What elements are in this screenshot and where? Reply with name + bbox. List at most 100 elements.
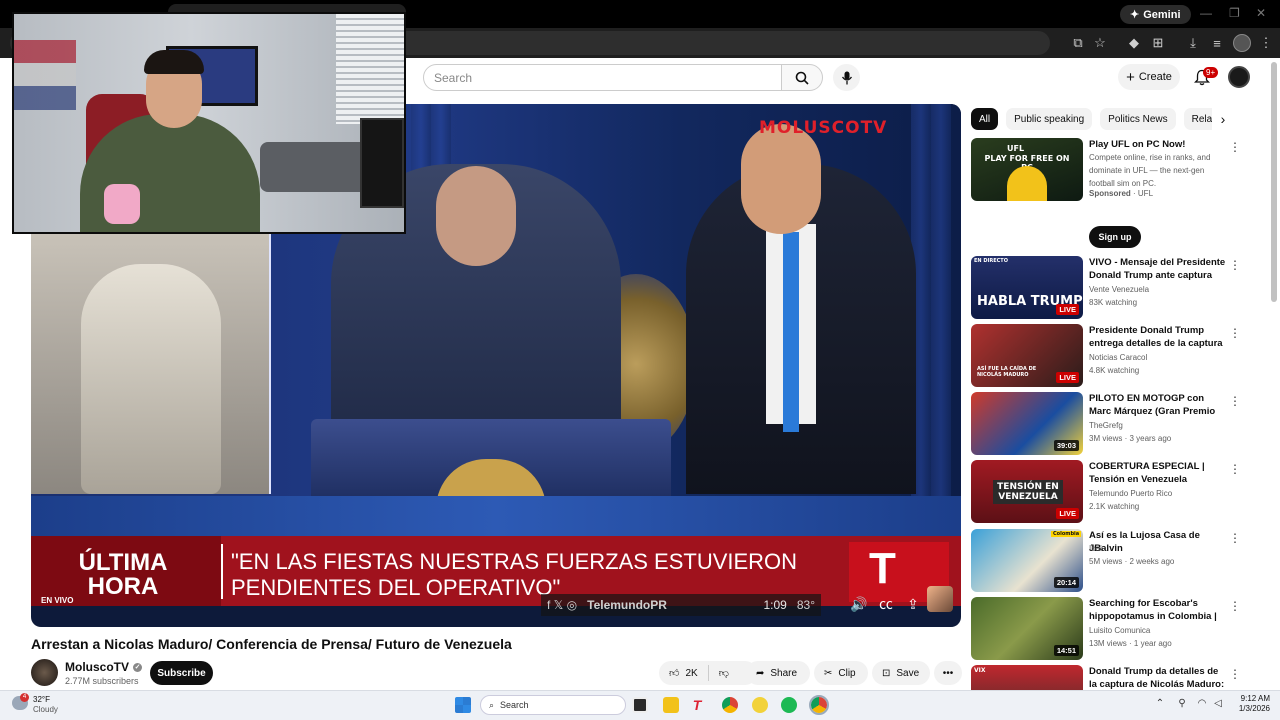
rec-thumbnail[interactable]: TENSIÓN EN VENEZUELA LIVE <box>971 460 1083 523</box>
subscribe-button[interactable]: Subscribe <box>150 661 213 685</box>
rec-item[interactable]: EN DIRECTO HABLA TRUMP LIVE VIVO - Mensa… <box>971 256 1251 319</box>
inset-video-panel <box>31 234 271 494</box>
more-actions-button[interactable]: ••• <box>934 661 962 685</box>
rec-channel[interactable]: Ibai <box>1089 542 1102 555</box>
weather-temperature[interactable]: 32°F <box>33 695 50 704</box>
channel-thumb-avatar[interactable] <box>927 586 953 612</box>
rec-thumbnail[interactable]: EN DIRECTO HABLA TRUMP LIVE <box>971 256 1083 319</box>
rec-thumbnail[interactable]: 14:51 <box>971 597 1083 660</box>
rec-item[interactable]: VIX Donald Trump da detalles de la captu… <box>971 665 1251 690</box>
windows-start-icon[interactable] <box>455 697 471 713</box>
chrome-icon[interactable] <box>722 697 738 713</box>
app-icon[interactable] <box>752 697 768 713</box>
rec-title[interactable]: VIVO - Mensaje del Presidente Donald Tru… <box>1089 256 1227 282</box>
chip-public-speaking[interactable]: Public speaking <box>1006 108 1093 130</box>
more-vert-icon[interactable]: ⋮ <box>1229 140 1241 154</box>
en-vivo-label: EN VIVO <box>41 596 74 605</box>
save-button[interactable]: ⊡ Save <box>872 661 930 685</box>
page-scrollbar[interactable] <box>1271 62 1277 302</box>
rec-title[interactable]: PILOTO EN MOTOGP con Marc Márquez (Gran … <box>1089 392 1227 418</box>
thumbs-up-icon[interactable]: 👍︎ <box>669 667 679 679</box>
tray-app-icon[interactable]: ⚲ <box>1176 698 1188 710</box>
volume-icon[interactable]: 🔊 <box>849 594 869 614</box>
spotify-icon[interactable] <box>781 697 797 713</box>
volume-tray-icon[interactable]: ◁ <box>1212 698 1224 710</box>
more-vert-icon[interactable]: ⋮ <box>1229 326 1241 340</box>
more-vert-icon[interactable]: ⋮ <box>1229 394 1241 408</box>
profile-avatar[interactable] <box>1233 34 1251 52</box>
rec-thumbnail[interactable]: VIX <box>971 665 1083 690</box>
channel-watermark: MOLUSCOTV <box>759 118 888 138</box>
more-vert-icon[interactable]: ⋮ <box>1229 599 1241 613</box>
rec-item[interactable]: Colombia 20:14 Así es la Lujosa Casa de … <box>971 529 1251 592</box>
more-vert-icon[interactable]: ⋮ <box>1229 531 1241 545</box>
cast-icon[interactable]: ⧉ <box>1069 34 1087 52</box>
close-window-icon[interactable]: ✕ <box>1256 6 1266 20</box>
tray-chevron-icon[interactable]: ⌃ <box>1154 698 1166 710</box>
sponsored-label: Sponsored <box>1089 189 1131 198</box>
restore-icon[interactable]: ❐ <box>1229 6 1240 20</box>
create-button[interactable]: + Create <box>1118 64 1180 90</box>
gemini-button[interactable]: ✦ Gemini <box>1120 5 1191 24</box>
minimize-icon[interactable]: — <box>1200 6 1212 20</box>
system-clock[interactable]: 9:12 AM 1/3/2026 <box>1228 694 1270 714</box>
rec-thumbnail[interactable]: 39:03 <box>971 392 1083 455</box>
more-vert-icon[interactable]: ⋮ <box>1229 667 1241 681</box>
channel-avatar[interactable] <box>31 659 58 686</box>
channel-name[interactable]: MoluscoTV <box>65 660 129 674</box>
rec-title[interactable]: Play UFL on PC Now! <box>1089 138 1227 151</box>
breaking-news-label: ÚLTIMA HORA <box>78 549 168 600</box>
weather-condition[interactable]: Cloudy <box>33 705 58 714</box>
clip-button[interactable]: ✂ Clip <box>814 661 868 685</box>
rec-title[interactable]: COBERTURA ESPECIAL | Tensión en Venezuel… <box>1089 460 1227 486</box>
share-out-icon[interactable]: ⇪ <box>903 594 923 614</box>
rec-item[interactable]: ASÍ FUE LA CAÍDA DE NICOLÁS MADURO LIVE … <box>971 324 1251 387</box>
ad-thumbnail[interactable]: UFL PLAY FOR FREE ON PC <box>971 138 1083 201</box>
more-vert-icon[interactable]: ⋮ <box>1229 258 1241 272</box>
rec-title[interactable]: Presidente Donald Trump entrega detalles… <box>1089 324 1227 350</box>
extensions-puzzle-icon[interactable]: ⊞ <box>1149 34 1167 52</box>
like-count[interactable]: 2K <box>685 668 697 679</box>
wifi-icon[interactable]: ◠ <box>1196 698 1208 710</box>
reading-list-icon[interactable]: ≡ <box>1208 34 1226 52</box>
bookmark-star-icon[interactable]: ☆ <box>1091 34 1109 52</box>
rec-channel[interactable]: TheGrefg <box>1089 419 1123 432</box>
extension-diamond-icon[interactable]: ◆ <box>1125 34 1143 52</box>
download-icon[interactable]: ⤓ <box>1184 34 1202 52</box>
more-vert-icon[interactable]: ⋮ <box>1229 462 1241 476</box>
rec-item[interactable]: TENSIÓN EN VENEZUELA LIVE COBERTURA ESPE… <box>971 460 1251 523</box>
chips-next-arrow-icon[interactable]: › <box>1212 108 1234 130</box>
account-avatar[interactable] <box>1228 66 1250 88</box>
rec-channel[interactable]: Telemundo Puerto Rico <box>1089 487 1172 500</box>
browser-menu-icon[interactable]: ⋮ <box>1257 34 1275 52</box>
taskbar-search[interactable]: ⌕ Search <box>480 695 626 715</box>
rec-channel[interactable]: Luisito Comunica <box>1089 624 1150 637</box>
rec-item[interactable]: 14:51 Searching for Escobar's hippopotam… <box>971 597 1251 660</box>
standing-man-head <box>741 124 821 234</box>
rec-channel[interactable]: Noticias Caracol <box>1089 351 1147 364</box>
rec-item[interactable]: 39:03 PILOTO EN MOTOGP con Marc Márquez … <box>971 392 1251 455</box>
task-view-icon[interactable] <box>632 697 648 713</box>
rec-thumbnail[interactable]: Colombia 20:14 <box>971 529 1083 592</box>
captions-icon[interactable]: ㏄ <box>876 594 896 614</box>
sign-up-button[interactable]: Sign up <box>1089 226 1141 248</box>
file-explorer-icon[interactable] <box>663 697 679 713</box>
rec-title[interactable]: Así es la Lujosa Casa de JBalvin <box>1089 529 1227 555</box>
rec-meta: 3M views · 3 years ago <box>1089 434 1172 443</box>
social-icons: f 𝕏 ◎ <box>547 598 578 612</box>
rec-channel[interactable]: Vente Venezuela <box>1089 283 1149 296</box>
search-button[interactable] <box>781 64 823 91</box>
chip-all[interactable]: All <box>971 108 999 130</box>
sponsored-item[interactable]: UFL PLAY FOR FREE ON PC Play UFL on PC N… <box>971 138 1251 253</box>
typora-icon[interactable]: T <box>689 697 705 713</box>
rec-title[interactable]: Searching for Escobar's hippopotamus in … <box>1089 597 1227 623</box>
rec-thumbnail[interactable]: ASÍ FUE LA CAÍDA DE NICOLÁS MADURO LIVE <box>971 324 1083 387</box>
channel-name-row[interactable]: MoluscoTV ✓ <box>65 660 143 674</box>
search-input[interactable]: Search <box>423 64 782 91</box>
share-button[interactable]: ➦ Share <box>746 661 810 685</box>
chrome-active-icon[interactable] <box>809 695 829 715</box>
thumbs-down-icon[interactable]: 👎︎ <box>719 667 729 679</box>
chip-politics-news[interactable]: Politics News <box>1100 108 1176 130</box>
voice-search-button[interactable] <box>833 64 860 91</box>
rec-title[interactable]: Donald Trump da detalles de la captura d… <box>1089 665 1227 690</box>
